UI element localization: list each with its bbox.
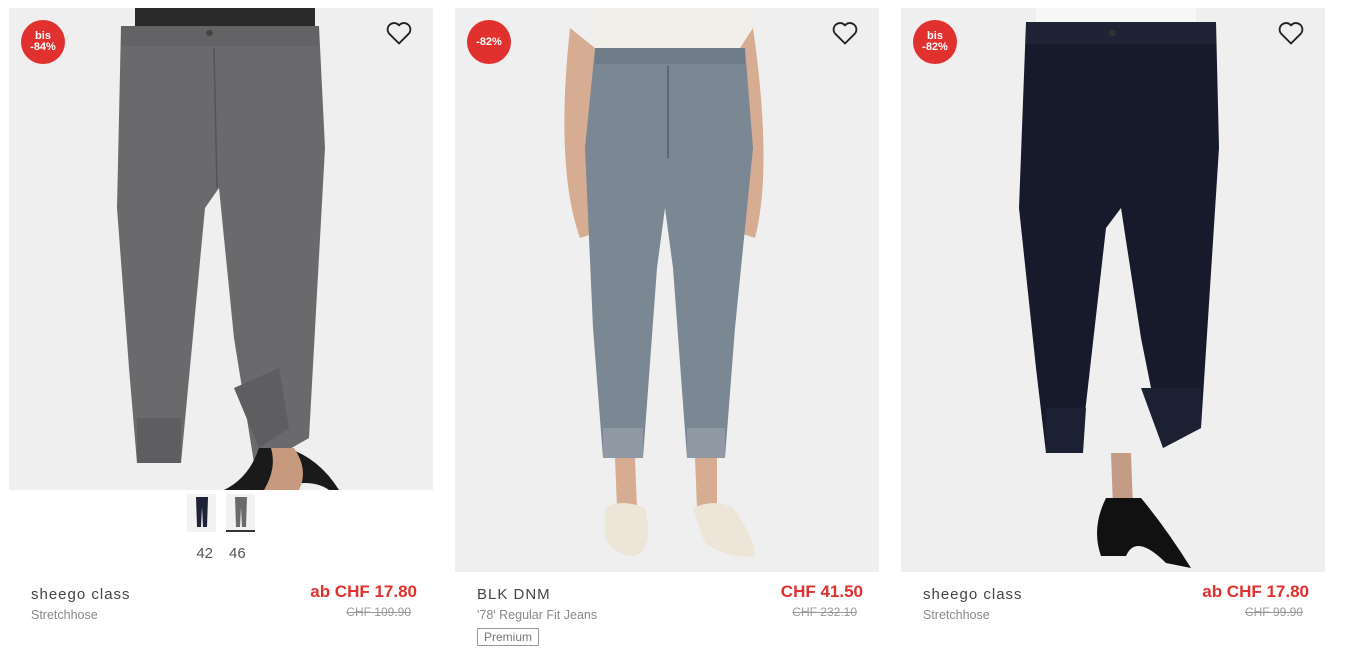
sale-price: CHF 41.50 xyxy=(780,582,863,601)
badge-percent: -84% xyxy=(30,41,56,53)
discount-badge: bis -84% xyxy=(21,20,65,64)
heart-outline-icon[interactable] xyxy=(1277,20,1305,46)
product-grid: bis -84% 42 46 sheego class Stretchhose … xyxy=(0,0,1355,651)
product-photo-navy-trousers xyxy=(901,8,1325,572)
navy-trousers-thumb xyxy=(195,497,208,527)
product-name[interactable]: Stretchhose xyxy=(923,608,990,622)
product-card[interactable]: bis -82% sheego class Stretchhose ab CHF… xyxy=(901,0,1325,651)
product-brand[interactable]: sheego class xyxy=(31,586,131,603)
product-brand[interactable]: sheego class xyxy=(923,586,1023,603)
product-name[interactable]: Stretchhose xyxy=(31,608,98,622)
product-image[interactable]: bis -82% xyxy=(901,8,1325,572)
product-card[interactable]: bis -84% 42 46 sheego class Stretchhose … xyxy=(9,0,433,651)
swatch-navy[interactable] xyxy=(187,494,216,532)
size-list: 42 46 xyxy=(9,545,433,562)
discount-badge: bis -82% xyxy=(913,20,957,64)
product-photo-grey-trousers xyxy=(9,8,433,490)
product-image[interactable]: bis -84% xyxy=(9,8,433,490)
badge-percent: -82% xyxy=(922,41,948,53)
product-image[interactable]: -82% xyxy=(455,8,879,572)
size-option[interactable]: 42 xyxy=(196,545,213,562)
original-price: CHF 99.90 xyxy=(1244,605,1303,619)
heart-outline-icon[interactable] xyxy=(831,20,859,46)
badge-percent: -82% xyxy=(476,35,502,48)
sale-price: ab CHF 17.80 xyxy=(1202,582,1309,601)
product-photo-jeans xyxy=(455,8,879,572)
color-swatches xyxy=(9,494,433,532)
product-name[interactable]: '78' Regular Fit Jeans xyxy=(477,608,597,622)
product-brand[interactable]: BLK DNM xyxy=(477,586,551,603)
discount-badge: -82% xyxy=(467,20,511,64)
original-price: CHF 232.10 xyxy=(792,605,857,619)
grey-trousers-thumb xyxy=(234,497,247,527)
size-option[interactable]: 46 xyxy=(229,545,246,562)
original-price: CHF 109.90 xyxy=(346,605,411,619)
sale-price: ab CHF 17.80 xyxy=(310,582,417,601)
heart-outline-icon[interactable] xyxy=(385,20,413,46)
product-card[interactable]: -82% BLK DNM '78' Regular Fit Jeans Prem… xyxy=(455,0,879,651)
premium-tag: Premium xyxy=(477,628,540,646)
swatch-grey[interactable] xyxy=(226,494,255,532)
